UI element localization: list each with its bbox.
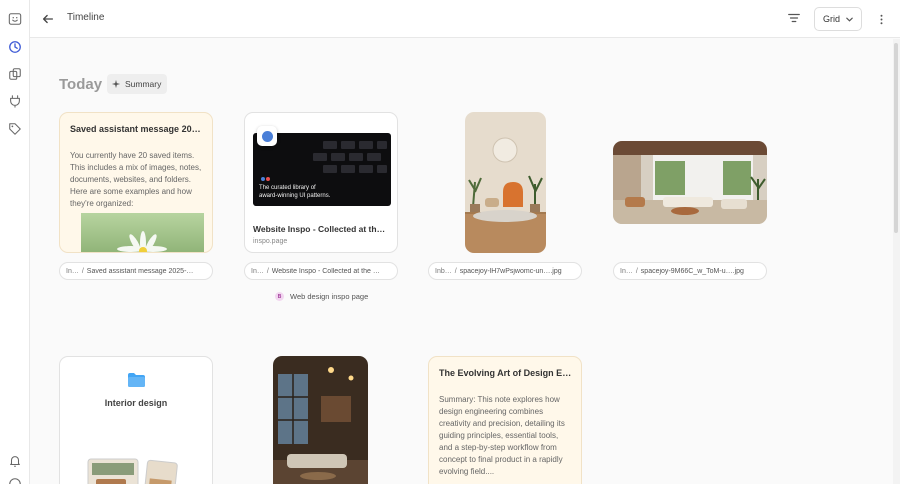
path-separator: / xyxy=(454,267,457,275)
image-card-living-room[interactable] xyxy=(465,112,546,253)
tag-initial-badge: B xyxy=(275,292,284,301)
top-bar: Timeline Grid xyxy=(30,0,900,38)
path-chip-saved-message[interactable]: In… / Saved assistant message 2025-… xyxy=(59,262,213,280)
image-card-dark-interior[interactable] xyxy=(273,356,368,484)
dark-interior-photo xyxy=(273,356,368,484)
summary-label: Summary xyxy=(125,79,162,89)
chip-folder: In… xyxy=(66,267,79,275)
sparkle-icon xyxy=(111,79,121,89)
chip-file-extension: .jpg xyxy=(550,267,562,275)
chip-file-extension: .jpg xyxy=(732,267,744,275)
page-title: Timeline xyxy=(67,12,105,23)
arrow-left-icon xyxy=(42,14,54,24)
tags-nav-icon[interactable] xyxy=(7,121,23,137)
note-preview-text: Summary: This note explores how design e… xyxy=(439,395,565,476)
saved-message-note-card[interactable]: Saved assistant message 2025-… You curre… xyxy=(59,112,213,253)
account-icon[interactable] xyxy=(7,476,23,484)
folder-name: Interior design xyxy=(104,398,168,408)
note-title: Saved assistant message 2025-… xyxy=(70,124,204,134)
item-tag[interactable]: B Web design inspo page xyxy=(275,292,368,301)
left-sidebar xyxy=(0,0,30,484)
path-separator: / xyxy=(266,267,269,275)
view-mode-value: Grid xyxy=(823,14,841,24)
vertical-dots-icon xyxy=(880,14,882,24)
note-title: The Evolving Art of Design Engi… xyxy=(439,368,573,378)
folder-card-interior-design[interactable]: Interior design xyxy=(59,356,213,484)
chip-item-name: spacejoy-lH7wPsjwomc-un… xyxy=(459,267,551,275)
collections-nav-icon[interactable] xyxy=(7,66,23,82)
image-card-open-living[interactable] xyxy=(613,141,767,224)
vertical-scrollbar[interactable] xyxy=(893,39,900,484)
chip-item-name: Website Inspo - Collected at the … xyxy=(271,267,380,275)
path-chip-image-1[interactable]: Inb… / spacejoy-lH7wPsjwomc-un… .jpg xyxy=(428,262,582,280)
chip-item-name: spacejoy-9M66C_w_ToM-u… xyxy=(640,267,733,275)
folder-icon xyxy=(128,373,145,387)
app-logo-icon[interactable] xyxy=(7,11,23,27)
folder-preview-images xyxy=(87,458,178,484)
design-engineering-note-card[interactable]: The Evolving Art of Design Engi… Summary… xyxy=(428,356,582,484)
chip-folder: Inb… xyxy=(435,267,452,275)
living-room-photo xyxy=(465,112,546,253)
summary-button[interactable]: Summary xyxy=(107,74,168,94)
filter-button[interactable] xyxy=(787,11,803,27)
website-domain: inspo.page xyxy=(253,238,288,245)
note-preview-text: You currently have 20 saved items. This … xyxy=(70,151,202,208)
chip-item-name: Saved assistant message 2025-… xyxy=(86,267,194,275)
notifications-bell-icon[interactable] xyxy=(7,453,23,469)
tag-label: Web design inspo page xyxy=(290,292,369,301)
thumb-tagline-line2: award-winning UI patterns. xyxy=(259,193,331,199)
flower-image-thumbnail xyxy=(81,213,204,252)
path-separator: / xyxy=(81,267,84,275)
chip-folder: In… xyxy=(251,267,264,275)
website-title: Website Inspo - Collected at the … xyxy=(253,224,389,234)
path-separator: / xyxy=(635,267,638,275)
path-chip-image-2[interactable]: In… / spacejoy-9M66C_w_ToM-u… .jpg xyxy=(613,262,767,280)
more-options-button[interactable] xyxy=(875,11,887,27)
timeline-nav-icon[interactable] xyxy=(7,39,23,55)
back-button[interactable] xyxy=(39,10,57,28)
thumb-tagline-line1: The curated library of xyxy=(259,185,316,191)
chevron-down-icon xyxy=(846,17,853,22)
filter-icon xyxy=(788,13,800,23)
site-favicon xyxy=(257,126,277,146)
path-chip-website[interactable]: In… / Website Inspo - Collected at the … xyxy=(244,262,398,280)
chip-folder: In… xyxy=(620,267,633,275)
view-mode-select[interactable]: Grid xyxy=(814,7,862,31)
section-title: Today xyxy=(59,76,103,93)
favicon-circle-icon xyxy=(261,130,273,142)
plugins-nav-icon[interactable] xyxy=(7,93,23,109)
scrollbar-thumb[interactable] xyxy=(894,43,898,233)
open-living-room-photo xyxy=(613,141,767,224)
website-bookmark-card[interactable]: The curated library of award-winning UI … xyxy=(244,112,398,253)
